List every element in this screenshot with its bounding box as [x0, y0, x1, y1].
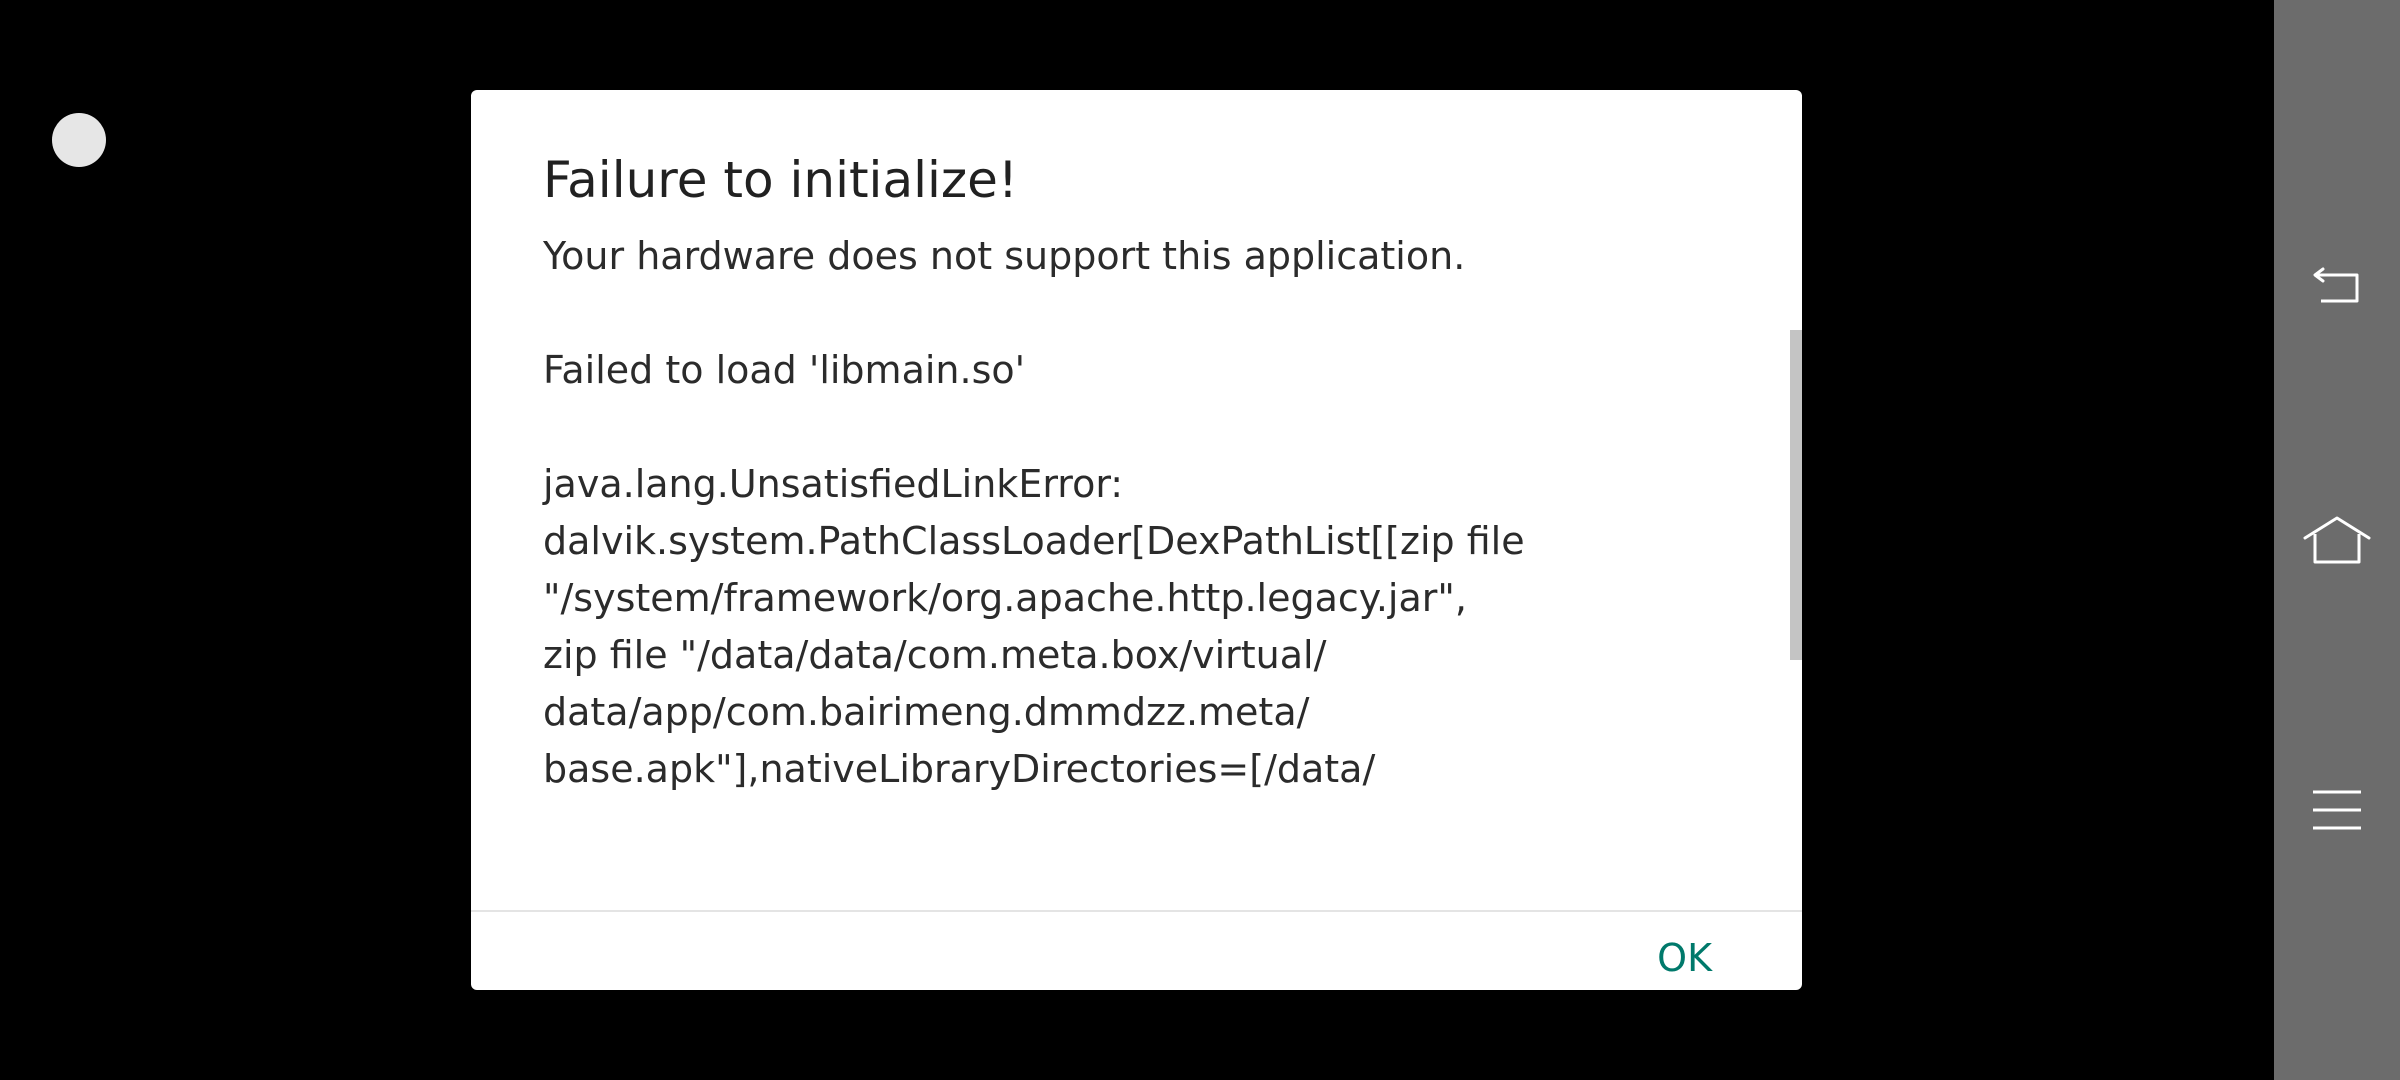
screen: Failure to initialize! Your hardware doe…	[0, 0, 2400, 1080]
scrollbar-thumb[interactable]	[1790, 330, 1802, 660]
dialog-title: Failure to initialize!	[543, 151, 1018, 209]
menu-icon	[2309, 786, 2365, 834]
dialog-message-scroll[interactable]: Your hardware does not support this appl…	[471, 228, 1802, 910]
ok-button[interactable]: OK	[1639, 922, 1730, 990]
dialog-divider	[471, 910, 1802, 912]
error-dialog: Failure to initialize! Your hardware doe…	[471, 90, 1802, 990]
home-icon	[2301, 512, 2373, 568]
home-button[interactable]	[2274, 490, 2400, 590]
floating-ball-button[interactable]	[52, 113, 106, 167]
dialog-message: Your hardware does not support this appl…	[543, 234, 1525, 791]
navigation-bar	[2274, 0, 2400, 1080]
back-button[interactable]	[2274, 235, 2400, 335]
menu-button[interactable]	[2274, 760, 2400, 860]
back-icon	[2309, 261, 2365, 309]
